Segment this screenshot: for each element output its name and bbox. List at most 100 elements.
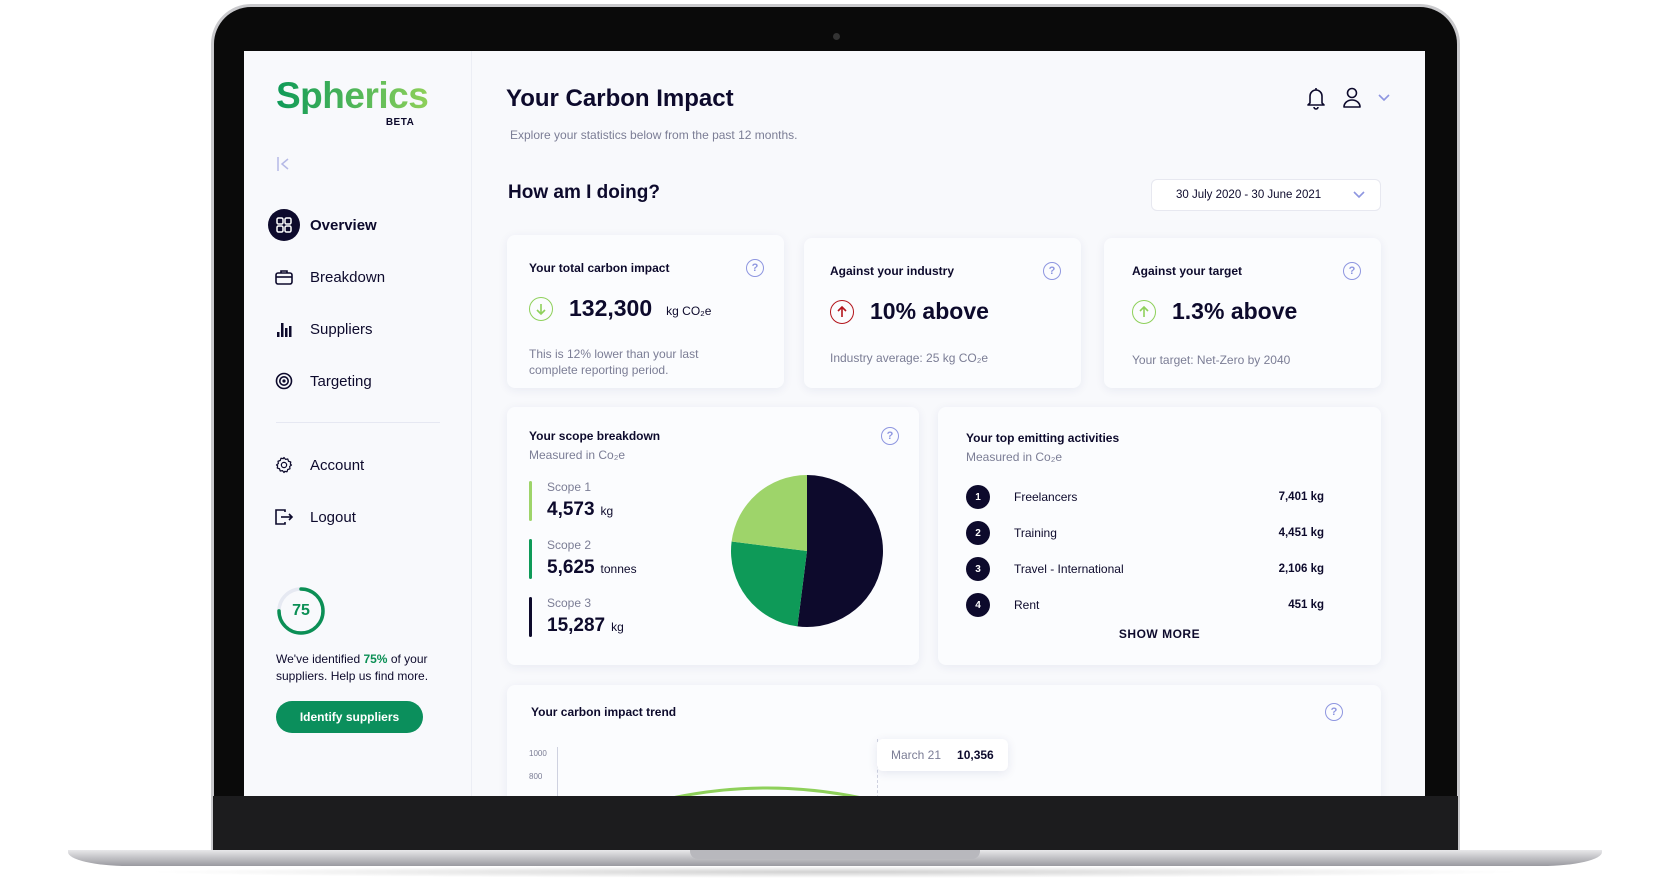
trend-tooltip: March 21 10,356 — [877, 739, 1008, 771]
identify-suppliers-button[interactable]: Identify suppliers — [276, 701, 423, 733]
list-item[interactable]: 2 Training 4,451 kg — [966, 515, 1324, 551]
scope-number: 5,625 — [547, 557, 595, 578]
activity-name: Travel - International — [1014, 562, 1124, 576]
pie-slice-scope-3[interactable] — [797, 475, 884, 627]
rank-badge: 4 — [966, 593, 990, 617]
laptop-bezel — [213, 796, 1458, 852]
arrow-up-icon — [1132, 299, 1156, 324]
collapse-icon — [277, 157, 289, 171]
gear-icon — [268, 449, 300, 481]
logo[interactable]: Spherics BETA — [276, 75, 429, 128]
laptop-shadow — [140, 866, 1530, 878]
scope-unit: tonnes — [600, 562, 637, 576]
sidebar-item-label: Account — [310, 456, 365, 474]
page-subtitle: Explore your statistics below from the p… — [510, 128, 798, 142]
section-title: How am I doing? — [508, 182, 660, 203]
activity-name: Training — [1014, 526, 1057, 540]
y-axis-line — [557, 747, 558, 796]
chevron-down-icon — [1353, 191, 1365, 199]
total-impact-card: Your total carbon impact ? 132,300 kg CO… — [507, 235, 784, 388]
scope-value: 5,625 tonnes — [547, 557, 637, 579]
list-item[interactable]: 4 Rent 451 kg — [966, 587, 1324, 623]
sidebar-divider — [276, 422, 440, 423]
stat-value: 1.3% above — [1172, 298, 1298, 324]
pie-slice-scope-1[interactable] — [731, 475, 807, 551]
sidebar-item-label: Logout — [310, 508, 356, 526]
briefcase-icon — [268, 261, 300, 293]
trend-line — [674, 786, 860, 796]
activity-value: 4,451 kg — [1278, 527, 1324, 539]
sidebar-item-breakdown[interactable]: Breakdown — [268, 261, 448, 293]
sidebar-item-overview[interactable]: Overview — [268, 209, 448, 241]
progress-text-before: We've identified — [276, 652, 364, 666]
sidebar-item-targeting[interactable]: Targeting — [268, 365, 448, 397]
user-icon — [1343, 87, 1361, 108]
top-activities-card: Your top emitting activities Measured in… — [938, 407, 1381, 665]
list-item[interactable]: 1 Freelancers 7,401 kg — [966, 479, 1324, 515]
supplier-progress-value: 75 — [292, 602, 310, 619]
card-subtitle: Measured in Co₂e — [529, 448, 626, 462]
help-icon[interactable]: ? — [746, 259, 764, 277]
chevron-down-icon — [1378, 94, 1390, 102]
card-title: Against your industry — [830, 264, 955, 278]
scope-number: 15,287 — [547, 615, 606, 636]
rank-badge: 3 — [966, 557, 990, 581]
rank-badge: 2 — [966, 521, 990, 545]
help-icon[interactable]: ? — [1325, 703, 1343, 721]
scope-value: 4,573 kg — [547, 499, 637, 521]
arrow-down-icon — [529, 296, 553, 321]
collapse-sidebar-button[interactable] — [276, 155, 292, 178]
help-icon[interactable]: ? — [1343, 262, 1361, 280]
scope-unit: kg — [611, 620, 624, 634]
help-icon[interactable]: ? — [881, 427, 899, 445]
sidebar-item-suppliers[interactable]: Suppliers — [268, 313, 448, 345]
sidebar-item-label: Suppliers — [310, 320, 373, 338]
header-actions — [1305, 86, 1391, 110]
help-icon[interactable]: ? — [1043, 262, 1061, 280]
sidebar: Spherics BETA Overview Breakdown Supplie… — [244, 51, 472, 796]
supplier-progress-text: We've identified 75% of your suppliers. … — [276, 651, 456, 685]
show-more-button[interactable]: SHOW MORE — [938, 627, 1381, 641]
scope-color-bar — [529, 539, 532, 579]
stat-row: 132,300 kg CO₂e — [529, 295, 711, 322]
scope-unit: kg — [600, 504, 614, 518]
stat-note: Industry average: 25 kg CO₂e — [830, 351, 989, 365]
bell-icon — [1307, 88, 1325, 110]
logo-text: Spherics — [276, 75, 429, 116]
grid-icon — [268, 209, 300, 241]
scope-breakdown-card: Your scope breakdown Measured in Co₂e ? … — [507, 407, 919, 665]
scope-label: Scope 3 — [547, 596, 592, 610]
profile-button[interactable] — [1341, 86, 1363, 110]
date-range-select[interactable]: 30 July 2020 - 30 June 2021 — [1151, 179, 1381, 211]
trend-card: Your carbon impact trend ? 1000 800 Marc… — [507, 685, 1381, 796]
card-subtitle: Measured in Co₂e — [966, 450, 1063, 464]
pie-slice-scope-2[interactable] — [731, 541, 807, 627]
scope-pie-chart — [731, 475, 884, 627]
scope-item: Scope 3 15,287 kg — [529, 595, 637, 649]
sidebar-item-account[interactable]: Account — [268, 449, 448, 481]
y-tick-label: 1000 — [529, 749, 547, 758]
scope-label: Scope 1 — [547, 480, 592, 494]
card-title: Your carbon impact trend — [531, 705, 677, 719]
profile-menu-toggle[interactable] — [1377, 93, 1391, 103]
target-card: Against your target ? 1.3% above Your ta… — [1104, 238, 1381, 388]
list-item[interactable]: 3 Travel - International 2,106 kg — [966, 551, 1324, 587]
stat-value: 10% above — [870, 298, 989, 324]
progress-text-highlight: 75% — [363, 652, 388, 666]
tooltip-value: 10,356 — [957, 748, 994, 762]
stat-note: Your target: Net-Zero by 2040 — [1132, 353, 1291, 367]
logout-icon — [268, 501, 300, 533]
activity-list: 1 Freelancers 7,401 kg 2 Training 4,451 … — [966, 479, 1324, 623]
activity-name: Rent — [1014, 598, 1040, 612]
stat-note: This is 12% lower than your last complet… — [529, 347, 699, 377]
sidebar-item-label: Breakdown — [310, 268, 386, 286]
scope-list: Scope 1 4,573 kg Scope 2 5,625 tonnes Scop… — [529, 479, 637, 653]
activity-value: 451 kg — [1288, 599, 1324, 611]
scope-value: 15,287 kg — [547, 615, 637, 637]
sidebar-nav: Overview Breakdown Suppliers Targeting — [268, 209, 448, 417]
notifications-button[interactable] — [1305, 86, 1327, 110]
rank-badge: 1 — [966, 485, 990, 509]
stat-value: 132,300 — [569, 295, 653, 321]
scope-item: Scope 2 5,625 tonnes — [529, 537, 637, 591]
sidebar-item-logout[interactable]: Logout — [268, 501, 448, 533]
